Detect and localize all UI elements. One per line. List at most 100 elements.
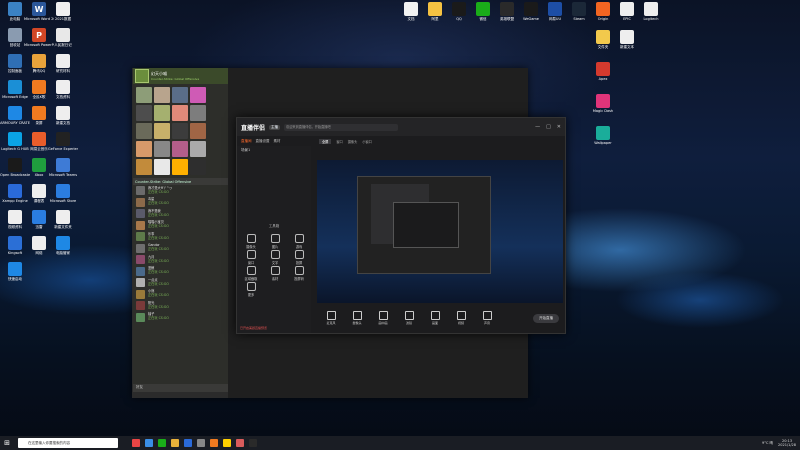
tool-button[interactable]: 游戏 (289, 234, 309, 249)
tool-button[interactable]: 摄像头 (241, 234, 261, 249)
friend-list-item[interactable]: 毒星 正在玩 CS:GO (133, 197, 228, 209)
control-button[interactable]: 声音 (477, 311, 497, 325)
friend-list-item[interactable]: 我不是我 正在玩 CS:GO (133, 208, 228, 220)
friend-avatar[interactable] (136, 141, 152, 157)
tab-live-settings[interactable]: 直播设置 (256, 139, 270, 144)
friend-avatar[interactable] (154, 159, 170, 175)
friend-list-item[interactable]: 小熊 正在玩 CS:GO (133, 289, 228, 301)
friend-list-item[interactable]: 我才是大Ψ丫^ヮ 正在玩 CS:GO (133, 185, 228, 197)
friend-avatar[interactable] (172, 105, 188, 121)
app-notice[interactable]: 欢迎来到直播伴侣，开始直播吧 (284, 123, 399, 131)
friend-status: 正在玩 CS:GO (148, 212, 169, 217)
desktop-icon[interactable]: 新建文本 (612, 30, 642, 49)
friend-list-item[interactable]: 乐事 正在玩 CS:GO (133, 231, 228, 243)
friend-avatar[interactable] (154, 87, 170, 103)
friend-avatar[interactable] (172, 123, 188, 139)
control-button[interactable]: 画面 (425, 311, 445, 325)
friend-avatar[interactable] (172, 87, 188, 103)
preview-tab-small[interactable]: 小窗口 (362, 139, 372, 144)
friend-avatar[interactable] (190, 105, 206, 121)
clock[interactable]: 20:13 2021/1/28 (778, 439, 796, 447)
taskbar-app-icon[interactable] (210, 439, 218, 447)
desktop-icon[interactable]: Logitech (636, 2, 666, 21)
friend-list-item[interactable]: 喵喵小宝贝 正在玩 CS:GO (133, 220, 228, 232)
tool-button[interactable]: 投屏码 (289, 266, 309, 281)
friend-list-item[interactable]: 九月 正在玩 CS:GO (133, 254, 228, 266)
friend-avatar[interactable] (154, 123, 170, 139)
friend-avatar[interactable] (136, 87, 152, 103)
desktop-icon[interactable]: Apex (588, 62, 618, 81)
friend-avatar[interactable] (172, 159, 188, 175)
desktop-icon[interactable]: 电脑管家 (48, 236, 78, 255)
friend-avatar[interactable] (190, 123, 206, 139)
go-live-button[interactable]: 开始直播 (533, 313, 559, 323)
control-button[interactable]: 画中画 (373, 311, 393, 325)
weather-text[interactable]: 9°C 晴 (762, 441, 773, 446)
friend-avatar[interactable] (190, 87, 206, 103)
preview-tab-full[interactable]: 全屏 (319, 138, 332, 144)
taskbar-app-icon[interactable] (145, 439, 153, 447)
desktop-icon[interactable]: GeForce Experience (48, 132, 78, 151)
close-button[interactable]: ✕ (557, 124, 561, 130)
friend-list-item[interactable]: 阳光 正在玩 CS:GO (133, 300, 228, 312)
friend-list-item[interactable]: 一点点 正在玩 CS:GO (133, 277, 228, 289)
desktop-icon[interactable]: Microsoft Teams (48, 158, 78, 177)
desktop-icon[interactable]: 快速启动 (0, 262, 30, 281)
control-button[interactable]: 视频 (451, 311, 471, 325)
taskbar-app-icon[interactable] (223, 439, 231, 447)
friend-avatar[interactable] (154, 105, 170, 121)
avatar[interactable] (135, 69, 149, 83)
tool-button[interactable]: 窗口 (241, 250, 261, 265)
desktop-icon[interactable]: Wallpaper (588, 126, 618, 145)
minimize-button[interactable]: — (535, 124, 540, 130)
control-button[interactable]: 麦克风 (321, 311, 341, 325)
taskbar-search-input[interactable]: 在这里输入你要搜索的内容 (18, 438, 118, 448)
taskbar-app-icon[interactable] (249, 439, 257, 447)
taskbar-app-icon[interactable] (171, 439, 179, 447)
friend-list-item[interactable]: 柚子 正在玩 CS:GO (133, 312, 228, 324)
friend-avatar[interactable] (136, 123, 152, 139)
friend-avatar[interactable] (172, 141, 188, 157)
taskbar-app-icon[interactable] (132, 439, 140, 447)
desktop-icon[interactable]: Magic Dash (588, 94, 618, 113)
friend-avatar[interactable] (190, 159, 206, 175)
control-button[interactable]: 滤镜 (399, 311, 419, 325)
friend-list-item[interactable]: 蓝鲸 正在玩 CS:GO (133, 266, 228, 278)
scene-header[interactable]: 场景1 (237, 146, 311, 155)
friend-avatar[interactable] (190, 141, 206, 157)
friend-avatar[interactable] (154, 141, 170, 157)
taskbar-app-icon[interactable] (184, 439, 192, 447)
preview-screen[interactable] (317, 160, 563, 305)
tool-button[interactable]: 素材 (265, 266, 285, 281)
desktop-icon[interactable]: Microsoft Store (48, 184, 78, 203)
desktop-icon[interactable]: 研究材料 (48, 54, 78, 73)
desktop-icon[interactable]: 人民报日记 (48, 28, 78, 47)
desktop-icon[interactable]: 新建文档 (48, 106, 78, 125)
preview-tab-camera[interactable]: 摄像头 (348, 139, 358, 144)
preview-tab-window[interactable]: 窗口 (336, 139, 342, 144)
tool-button[interactable]: 文字 (265, 250, 285, 265)
friend-panel-footer[interactable]: 好友 (133, 384, 228, 392)
tab-materials[interactable]: 素材 (274, 139, 281, 144)
game-section-header[interactable]: Counter-Strike: Global Offensive (133, 178, 228, 185)
tool-button[interactable]: 区域截取 (241, 266, 261, 281)
tool-button[interactable]: 更多 (241, 282, 261, 297)
app-badge[interactable]: 主播 (269, 124, 281, 130)
tab-live-room[interactable]: 直播间 (241, 139, 252, 144)
friend-panel[interactable]: 幻天小喵 Counter-Strike: Global Offensive Co… (133, 68, 228, 392)
friend-list-item[interactable]: Gandor 正在玩 CS:GO (133, 243, 228, 255)
taskbar-app-icon[interactable] (158, 439, 166, 447)
desktop-icon[interactable]: 新建文件夹 (48, 210, 78, 229)
maximize-button[interactable]: □ (546, 124, 551, 130)
windows-start-icon[interactable]: ⊞ (0, 439, 14, 447)
friend-avatar[interactable] (136, 105, 152, 121)
friend-avatar[interactable] (136, 159, 152, 175)
desktop-icon[interactable]: 文档资料 (48, 80, 78, 99)
control-button[interactable]: 摄像头 (347, 311, 367, 325)
live-streaming-app[interactable]: 直播伴侣 主播 欢迎来到直播伴侣，开始直播吧 — □ ✕ 直播间 直播设置 素材… (236, 117, 566, 334)
taskbar-app-icon[interactable] (236, 439, 244, 447)
desktop-icon[interactable]: 2021数据 (48, 2, 78, 21)
tool-button[interactable]: 投屏 (289, 250, 309, 265)
tool-button[interactable]: 图片 (265, 234, 285, 249)
taskbar-app-icon[interactable] (197, 439, 205, 447)
